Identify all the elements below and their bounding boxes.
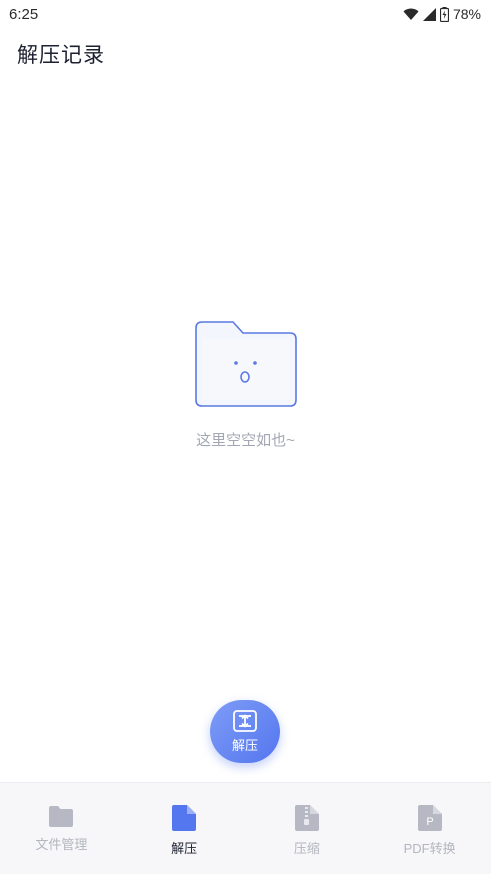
nav-label-compress: 压缩 — [293, 841, 320, 856]
signal-icon — [422, 7, 436, 21]
nav-item-decompress[interactable]: 解压 — [123, 783, 246, 874]
file-icon — [172, 805, 197, 831]
zip-file-icon — [294, 805, 319, 831]
empty-message: 这里空空如也~ — [196, 432, 295, 449]
nav-item-file-manager[interactable]: 文件管理 — [0, 783, 123, 874]
decompress-fab-button[interactable]: 解压 — [210, 700, 280, 763]
fab-label: 解压 — [231, 737, 258, 753]
nav-label-file-manager: 文件管理 — [35, 837, 88, 852]
pdf-file-icon: P — [417, 805, 442, 831]
battery-icon — [439, 6, 449, 22]
status-icons: 78% — [403, 6, 481, 22]
svg-text:P: P — [426, 816, 433, 828]
nav-item-pdf-convert[interactable]: P PDF转换 — [368, 783, 491, 874]
nav-item-compress[interactable]: 压缩 — [246, 783, 369, 874]
page-title: 解压记录 — [17, 44, 105, 67]
battery-percent: 78% — [452, 6, 481, 22]
extract-icon — [233, 709, 257, 732]
nav-label-decompress: 解压 — [171, 841, 198, 856]
bottom-nav: 文件管理 解压 压缩 P PDF转换 — [0, 782, 491, 874]
status-bar: 6:25 78% — [0, 0, 491, 28]
folder-icon — [49, 806, 74, 827]
nav-label-pdf-convert: PDF转换 — [403, 841, 456, 856]
empty-folder-icon — [195, 321, 297, 407]
status-time: 6:25 — [9, 5, 39, 23]
wifi-icon — [403, 8, 419, 20]
